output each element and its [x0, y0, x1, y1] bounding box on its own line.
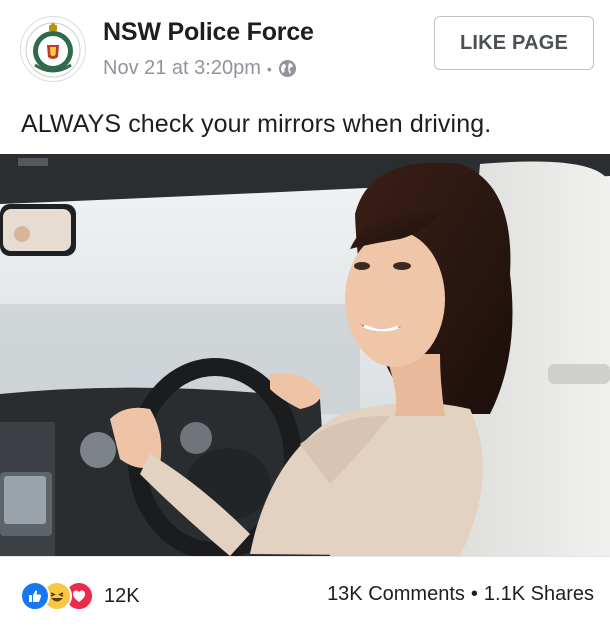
- police-badge-logo: [25, 22, 81, 78]
- post-caption: ALWAYS check your mirrors when driving.: [21, 110, 492, 138]
- globe-icon: [278, 59, 297, 78]
- engagement-stats: 13K Comments • 1.1K Shares: [327, 583, 594, 606]
- reactions-summary[interactable]: 12K: [20, 581, 140, 611]
- shares-count-link[interactable]: 1.1K Shares: [484, 583, 594, 605]
- meta-separator: •: [266, 60, 272, 77]
- page-avatar[interactable]: [20, 16, 86, 82]
- post-footer: 12K 13K Comments • 1.1K Shares: [0, 556, 610, 628]
- like-icon: [20, 581, 50, 611]
- reaction-count: 12K: [104, 584, 140, 607]
- post-timestamp[interactable]: Nov 21 at 3:20pm: [103, 57, 261, 80]
- post-header: NSW Police Force Nov 21 at 3:20pm • LIKE…: [0, 0, 610, 100]
- comments-count-link[interactable]: 13K Comments: [327, 583, 465, 605]
- post-photo[interactable]: [0, 154, 610, 556]
- like-page-button[interactable]: LIKE PAGE: [434, 16, 594, 70]
- stats-separator: •: [470, 583, 478, 605]
- page-name-link[interactable]: NSW Police Force: [103, 18, 314, 47]
- post-meta: Nov 21 at 3:20pm •: [103, 57, 297, 80]
